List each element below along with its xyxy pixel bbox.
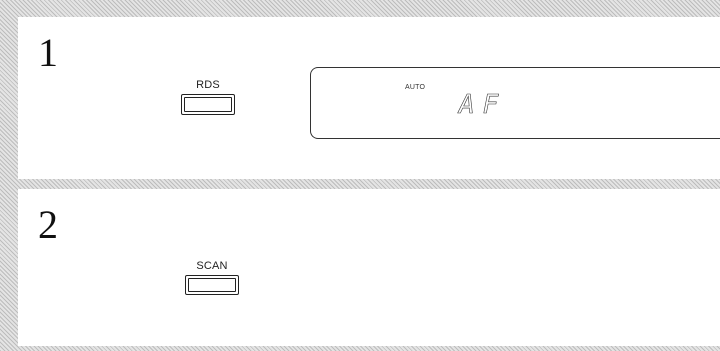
scan-button-outline [185, 275, 239, 295]
scan-button[interactable]: SCAN [185, 261, 239, 295]
auto-indicator: AUTO [405, 84, 426, 91]
step-1-panel: 1 RDS AUTO AF [18, 17, 720, 179]
step-2-panel: 2 SCAN [18, 189, 720, 346]
radio-display: AUTO AF [310, 67, 720, 139]
scan-button-label: SCAN [196, 260, 228, 272]
step-number: 2 [38, 202, 58, 247]
step-number: 1 [38, 30, 58, 75]
rds-button-label: RDS [196, 79, 220, 91]
display-segment-text: AF [459, 90, 507, 121]
rds-button[interactable]: RDS [181, 80, 235, 115]
rds-button-outline [181, 94, 235, 115]
